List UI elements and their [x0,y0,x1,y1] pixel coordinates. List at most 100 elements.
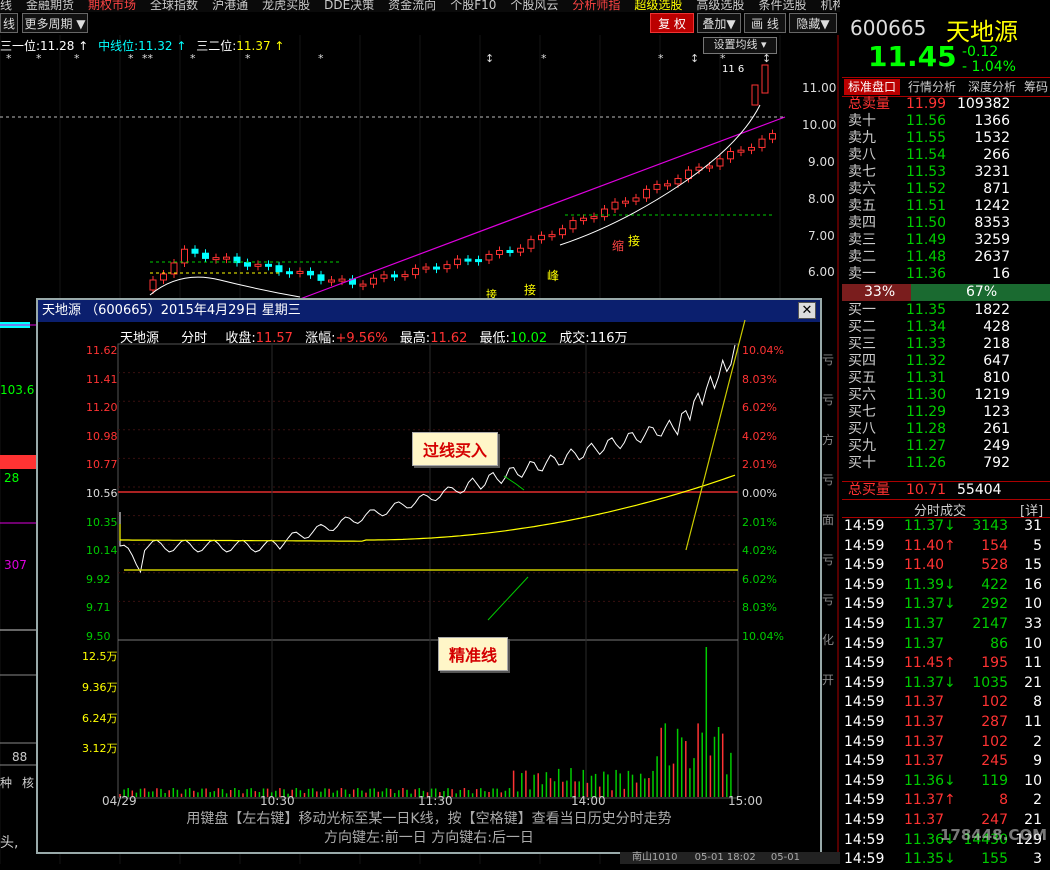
bid-row[interactable]: 买二 11.34 428 [842,319,1050,336]
price-axis-label: 11.62 [86,344,118,357]
annotation-precise-line: 精准线 [438,637,509,671]
ask-row[interactable]: 卖二 11.48 2637 [842,249,1050,266]
total-buy-row: 总买量 10.71 55404 [842,481,1050,499]
ma3-value: 11.37 ↑ [236,39,285,53]
trade-row: 14:59 11.37 102 8 [844,694,1042,711]
top-menu-item[interactable]: 线 [0,0,12,12]
pct-axis-label: 4.02% [742,544,777,558]
top-menu-item[interactable]: 资金流向 [388,0,436,12]
intraday-chart[interactable] [38,300,820,852]
tab-chips[interactable]: 筹码 [1022,79,1050,95]
intraday-popup: 天地源 （600665）2015年4月29日 星期三 ✕ 天地源 分时 收盘:1… [36,298,822,854]
time-axis-label: 11:30 [418,794,453,808]
tab-depth[interactable]: 深度分析 [964,79,1020,95]
ask-row[interactable]: 卖九 11.55 1532 [842,130,1050,147]
sell-ratio: 33% [864,284,896,300]
bid-row[interactable]: 买六 11.30 1219 [842,387,1050,404]
left-fragment: 核 [22,776,35,790]
bid-row[interactable]: 买三 11.33 218 [842,336,1050,353]
top-menu-item[interactable]: 条件选股 [758,0,806,12]
ask-row[interactable]: 卖三 11.49 3259 [842,232,1050,249]
bid-row[interactable]: 买五 11.31 810 [842,370,1050,387]
stock-name: 天地源 [946,18,1018,46]
line-button[interactable]: 线 [0,13,18,33]
trade-row: 14:59 11.40 528 15 [844,557,1042,574]
trade-row: 14:59 11.37 245 9 [844,753,1042,770]
ask-row[interactable]: 卖八 11.54 266 [842,147,1050,164]
trades-detail-link[interactable]: [详] [1020,500,1043,519]
time-axis-label: 04/29 [102,794,137,808]
trade-row: 14:59 11.37 ↑ 8 2 [844,792,1042,809]
bid-row[interactable]: 买一 11.35 1822 [842,302,1050,319]
pct-axis-label: 6.02% [742,572,777,586]
bid-row[interactable]: 买十 11.26 792 [842,455,1050,472]
main-y-label: 8.00 [808,192,835,206]
panel-tabs: 标准盘口 行情分析 深度分析 筹码 [842,77,1050,97]
overlay-dropdown[interactable]: 叠加▼ [697,13,741,33]
main-y-label: 9.00 [808,155,835,169]
top-menu-item[interactable]: 机构增仓 [820,0,840,12]
top-menu-item[interactable]: 超级选股 [634,0,682,12]
ask-row[interactable]: 卖十 11.56 1366 [842,113,1050,130]
bid-row[interactable]: 买四 11.32 647 [842,353,1050,370]
top-menu-item[interactable]: 沪港通 [212,0,248,12]
ask-row[interactable]: 卖一 11.36 16 [842,266,1050,283]
top-menu: 线 金融期货 期权市场 全球指数 沪港通 龙虎买股 DDE决策 资金流向 个股F10 个股风云 分析… [0,0,840,12]
tab-analysis[interactable]: 行情分析 [904,79,960,95]
top-menu-item[interactable]: 龙虎买股 [262,0,310,12]
top-menu-item[interactable]: 个股风云 [510,0,558,12]
top-menu-item[interactable]: 分析师指 [572,0,620,12]
bid-row[interactable]: 买七 11.29 123 [842,404,1050,421]
annotation-buy-signal: 过线买入 [412,432,499,466]
trade-row: 14:59 11.37 86 10 [844,635,1042,652]
bid-row[interactable]: 买八 11.28 261 [842,421,1050,438]
buy-sell-ratio-bar: 33% 67% [842,284,1050,301]
ask-row[interactable]: 卖七 11.53 3231 [842,164,1050,181]
left-fragment: 28 [4,471,20,485]
top-menu-item[interactable]: 期权市场 [88,0,136,12]
price-axis-label: 9.50 [86,630,111,643]
price-axis-label: 11.20 [86,401,118,415]
hide-dropdown[interactable]: 隐藏▼ [789,13,837,33]
right-edge-fragments: 亏亏方 亏面亏 亏化开 [822,353,835,687]
ask-row[interactable]: 卖五 11.51 1242 [842,198,1050,215]
chart-annot-feng: 峰 [547,269,560,283]
marker-row: * * * * ** * * * ↕ * * ↕ * ↕ [6,52,772,65]
top-menu-item[interactable]: 高级选股 [696,0,744,12]
top-menu-item[interactable]: 全球指数 [150,0,198,12]
volume-axis-label: 9.36万 [82,680,118,694]
top-menu-item[interactable]: DDE决策 [324,0,374,12]
keyboard-hint-arrows: 方向键左:前一日 方向键右:后一日 [324,830,534,846]
trades-header: 分时成交 [详] [842,499,1050,519]
restore-rights-button[interactable]: 复 权 [650,13,694,33]
price-change-pct: - 1.04% [962,59,1016,75]
ma2-label: 中线位: [98,39,139,53]
time-axis-label: 10:30 [260,794,295,808]
top-menu-item[interactable]: 个股F10 [450,0,496,12]
price-axis-label: 9.92 [86,572,111,586]
ask-row[interactable]: 卖六 11.52 871 [842,181,1050,198]
trade-row: 14:59 11.37 287 11 [844,714,1042,730]
price-axis-label: 10.56 [86,487,118,500]
buy-ratio: 67% [966,284,998,300]
top-menu-item[interactable]: 金融期货 [26,0,74,12]
pct-axis-label: 6.02% [742,401,777,415]
ask-row[interactable]: 卖四 11.50 8353 [842,215,1050,232]
tab-standard[interactable]: 标准盘口 [844,79,900,95]
price-axis-label: 10.35 [86,515,118,529]
price-axis-label: 10.98 [86,429,118,443]
pct-axis-label: 8.03% [742,601,777,615]
chart-annot-suo: 缩 [612,239,625,253]
trade-row: 14:59 11.37 ↓ 3143 31 [844,518,1042,534]
ma2-value: 11.32 ↑ [138,39,187,53]
volume-axis-label: 6.24万 [82,711,118,725]
price-axis-label: 10.77 [86,458,118,472]
trade-row: 14:59 11.35 ↓ 155 3 [844,851,1042,868]
left-fragment: 307 [4,558,27,572]
pct-axis-label: 10.04% [742,344,784,357]
draw-line-button[interactable]: 画 线 [744,13,786,33]
bid-row[interactable]: 买九 11.27 249 [842,438,1050,455]
more-periods-dropdown[interactable]: 更多周期 ▼ [22,13,88,33]
watermark: 178448.COM [940,826,1048,844]
trade-row: 14:59 11.37 102 2 [844,733,1042,750]
